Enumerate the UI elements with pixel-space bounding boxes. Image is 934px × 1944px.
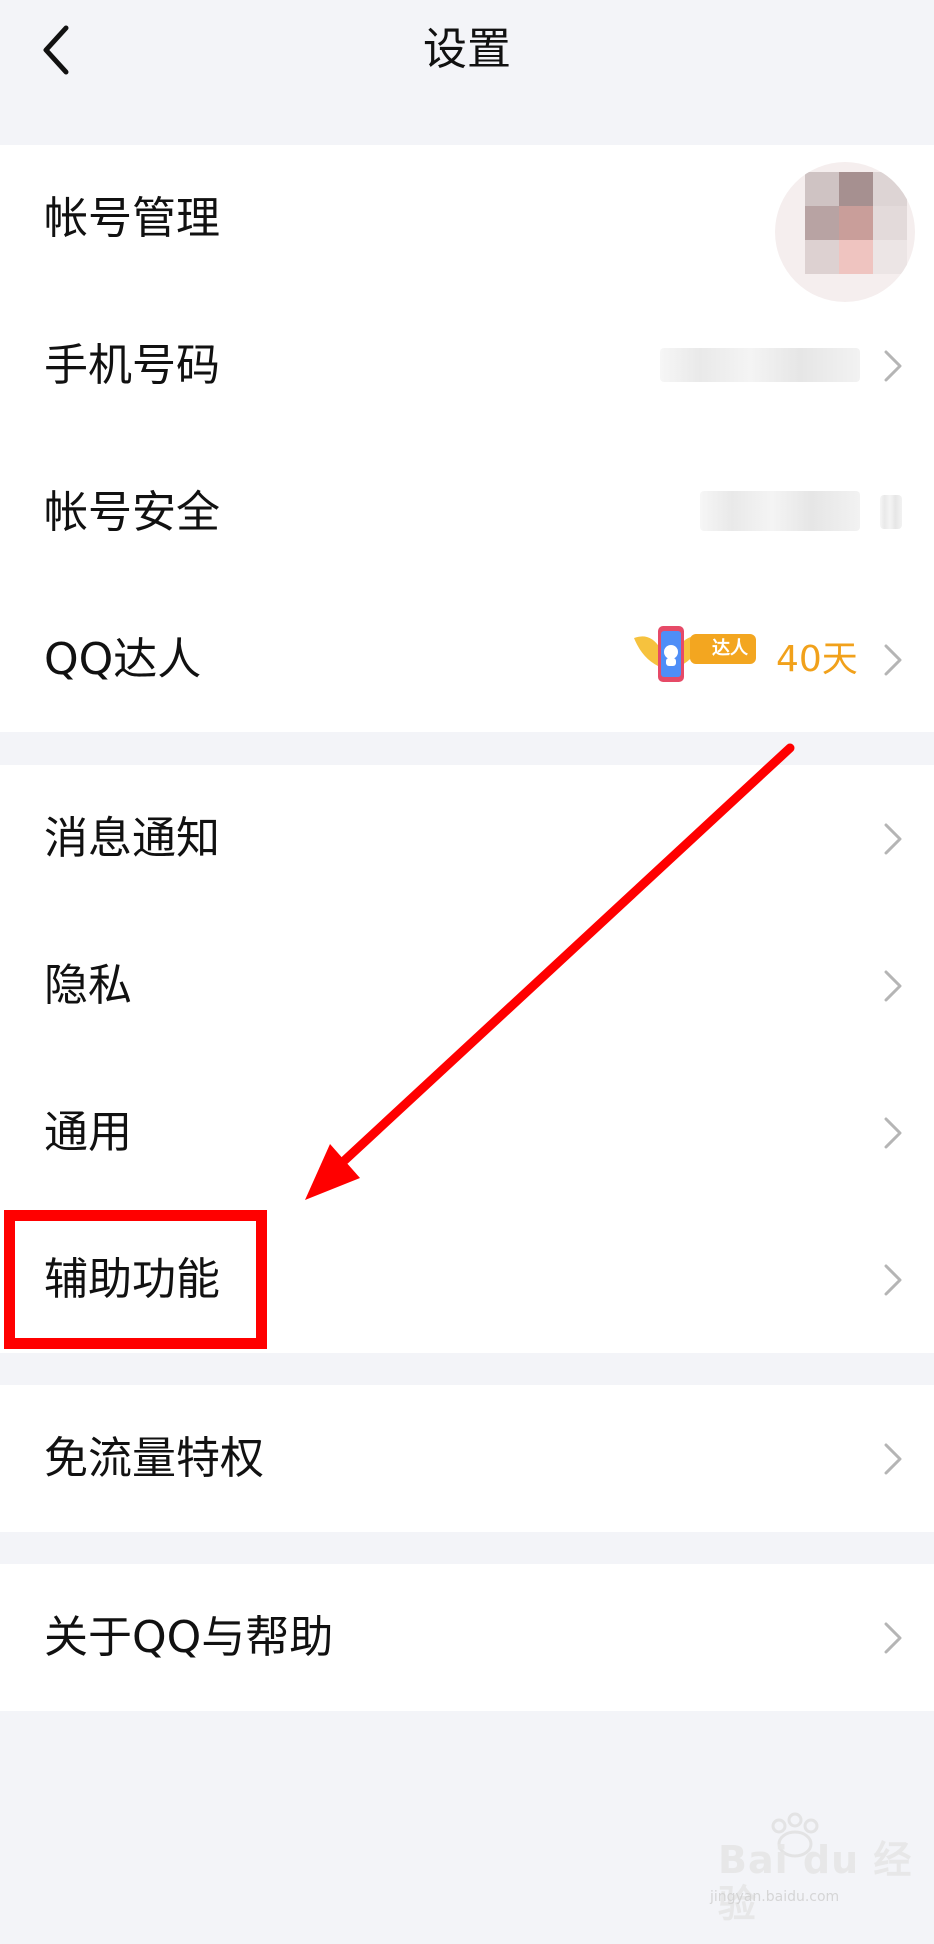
row-label: 关于QQ与帮助: [44, 1612, 334, 1663]
row-about-qq-help[interactable]: 关于QQ与帮助: [0, 1564, 934, 1711]
settings-group-data: 免流量特权: [0, 1385, 934, 1532]
blurred-security-value-end: [880, 495, 902, 529]
page-title: 设置: [423, 24, 511, 75]
row-label: 隐私: [44, 960, 132, 1011]
avatar: [775, 162, 915, 302]
chevron-right-icon: [884, 823, 902, 855]
badge-text: 达人: [712, 638, 748, 659]
settings-group-account: 帐号管理 手机号码 帐号安全 QQ达人 达人 40天: [0, 145, 934, 732]
row-free-data-privilege[interactable]: 免流量特权: [0, 1385, 934, 1532]
row-qq-expert[interactable]: QQ达人 达人 40天: [0, 586, 934, 733]
chevron-right-icon: [884, 1443, 902, 1475]
watermark-url: jingyan.baidu.com: [710, 1889, 840, 1905]
row-phone-number[interactable]: 手机号码: [0, 292, 934, 439]
chevron-right-icon: [884, 350, 902, 382]
row-label: 通用: [44, 1107, 132, 1158]
row-account-security[interactable]: 帐号安全: [0, 439, 934, 586]
expert-days: 40天: [776, 639, 858, 680]
top-bar: 设置: [0, 0, 934, 140]
row-label: 免流量特权: [44, 1433, 264, 1484]
row-label: 帐号安全: [44, 487, 220, 538]
blurred-phone-value: [660, 348, 860, 382]
row-label: 消息通知: [44, 813, 220, 864]
row-label: 帐号管理: [44, 193, 220, 244]
row-message-notifications[interactable]: 消息通知: [0, 765, 934, 912]
row-privacy[interactable]: 隐私: [0, 912, 934, 1059]
annotation-highlight-box: [4, 1210, 267, 1349]
row-label: QQ达人: [44, 634, 202, 685]
watermark-text: Bai du 经验: [718, 1838, 913, 1926]
chevron-right-icon: [884, 970, 902, 1002]
row-general[interactable]: 通用: [0, 1059, 934, 1206]
row-account-management[interactable]: 帐号管理: [0, 145, 934, 302]
chevron-right-icon: [884, 1622, 902, 1654]
settings-group-about: 关于QQ与帮助: [0, 1564, 934, 1711]
chevron-right-icon: [884, 644, 902, 676]
chevron-right-icon: [884, 1264, 902, 1296]
blurred-security-value: [700, 491, 860, 531]
row-label: 手机号码: [44, 340, 220, 391]
chevron-right-icon: [884, 1117, 902, 1149]
